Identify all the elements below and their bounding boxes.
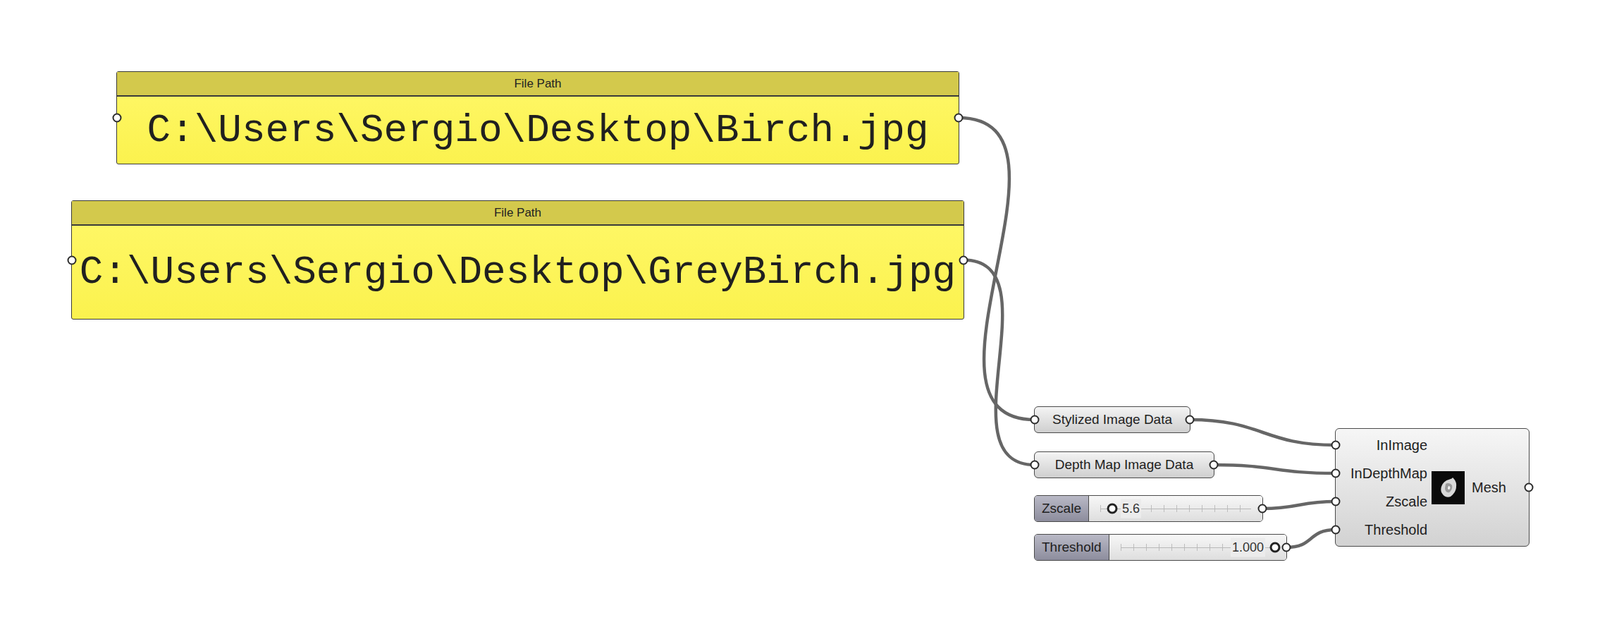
component-input[interactable]: InImage <box>1335 430 1432 459</box>
output-grip[interactable] <box>1282 542 1292 552</box>
component-input[interactable]: Threshold <box>1335 515 1432 544</box>
output-grip[interactable] <box>1524 482 1534 492</box>
number-slider[interactable]: Threshold 1.000 <box>1034 533 1288 561</box>
image-param[interactable]: Depth Map Image Data <box>1034 451 1215 478</box>
component-input[interactable]: InDepthMap <box>1335 458 1432 488</box>
input-grip[interactable] <box>67 255 77 265</box>
wire[interactable] <box>1189 419 1336 445</box>
output-grip[interactable] <box>1185 415 1195 425</box>
output-grip[interactable] <box>954 113 964 123</box>
wire[interactable] <box>1262 501 1336 509</box>
mesh-icon <box>1431 470 1465 504</box>
input-grip[interactable] <box>112 113 122 123</box>
mesh-component[interactable]: InImage InDepthMap Zscale Threshold Mesh <box>1334 427 1530 547</box>
slider-track[interactable]: 5.6 <box>1088 495 1263 521</box>
output-grip[interactable] <box>1258 503 1268 514</box>
wire[interactable] <box>1213 464 1336 473</box>
input-label: InImage <box>1376 434 1428 456</box>
wire[interactable] <box>1286 529 1336 547</box>
input-grip[interactable] <box>1331 496 1341 507</box>
panel-text[interactable]: C:\Users\Sergio\Desktop\Birch.jpg <box>147 100 929 160</box>
input-grip[interactable] <box>1030 460 1040 470</box>
slider-grip[interactable] <box>1270 542 1281 553</box>
panel-text[interactable]: C:\Users\Sergio\Desktop\GreyBirch.jpg <box>79 242 956 302</box>
canvas[interactable]: File Path C:\Users\Sergio\Desktop\Birch.… <box>0 0 1600 632</box>
panel-title: File Path <box>71 200 964 226</box>
input-grip[interactable] <box>1331 525 1341 535</box>
output-grip[interactable] <box>1209 460 1219 470</box>
input-label: Zscale <box>1385 490 1428 512</box>
output-label: Mesh <box>1471 476 1507 498</box>
number-slider[interactable]: Zscale 5.6 <box>1034 494 1264 522</box>
wire[interactable] <box>963 260 1035 466</box>
param-label: Depth Map Image Data <box>1055 454 1194 476</box>
input-label: Threshold <box>1364 518 1428 540</box>
panel-title: File Path <box>117 71 959 97</box>
slider-grip[interactable] <box>1107 503 1118 514</box>
slider-track[interactable]: 1.000 <box>1109 534 1288 560</box>
input-label: InDepthMap <box>1350 462 1428 484</box>
file-path-panel[interactable]: File Path C:\Users\Sergio\Desktop\GreyBi… <box>71 200 965 320</box>
input-grip[interactable] <box>1331 440 1341 450</box>
input-grip[interactable] <box>1030 415 1040 425</box>
slider-reading: 5.6 <box>1120 499 1142 519</box>
file-path-panel[interactable]: File Path C:\Users\Sergio\Desktop\Birch.… <box>116 71 960 165</box>
image-param[interactable]: Stylized Image Data <box>1034 405 1191 433</box>
output-grip[interactable] <box>959 255 969 265</box>
slider-reading: 1.000 <box>1230 537 1266 557</box>
slider-label: Threshold <box>1034 534 1110 560</box>
component-input[interactable]: Zscale <box>1335 487 1432 516</box>
param-label: Stylized Image Data <box>1052 409 1173 430</box>
slider-label: Zscale <box>1034 495 1089 521</box>
input-grip[interactable] <box>1331 468 1341 478</box>
